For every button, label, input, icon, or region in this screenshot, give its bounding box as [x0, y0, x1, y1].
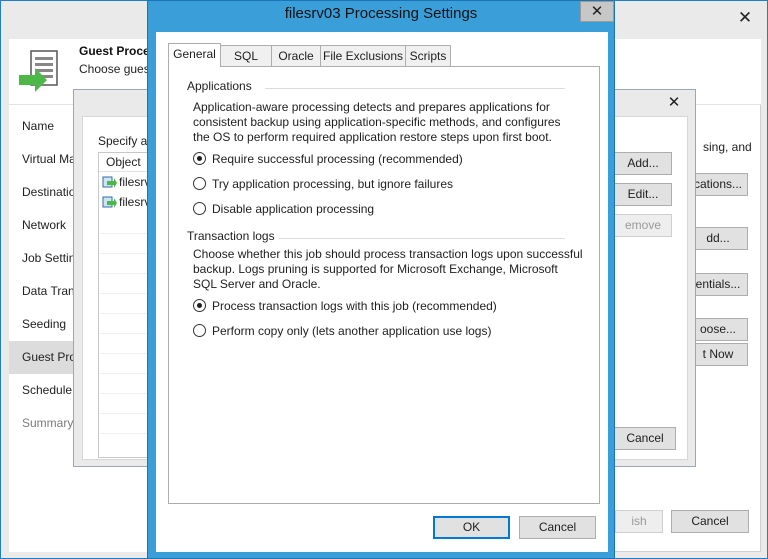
- finish-button[interactable]: ish: [615, 510, 663, 533]
- vm-icon: [102, 196, 117, 210]
- mid-add-button[interactable]: Add...: [614, 152, 672, 175]
- mid-dialog-label: Specify ap: [98, 134, 155, 148]
- applications-description-line: consistent backup using application-spec…: [193, 115, 561, 129]
- backup-job-icon: [17, 49, 61, 97]
- credentials-button[interactable]: entials...: [688, 273, 748, 296]
- dialog-close-button[interactable]: ✕: [580, 1, 614, 22]
- applications-group-title: Applications: [187, 79, 252, 93]
- radio-empty-icon[interactable]: [193, 177, 206, 190]
- dialog-body: General SQL Oracle File Exclusions Scrip…: [156, 32, 608, 552]
- radio-selected-icon[interactable]: [193, 299, 206, 312]
- list-item-label: filesrv: [119, 175, 151, 189]
- test-now-button[interactable]: t Now: [688, 343, 748, 366]
- group-divider: [279, 238, 565, 239]
- tab-file-exclusions[interactable]: File Exclusions: [320, 45, 406, 66]
- radio-empty-icon[interactable]: [193, 324, 206, 337]
- list-item-label: filesrv: [119, 195, 151, 209]
- transaction-logs-description-line: backup. Logs pruning is supported for Mi…: [193, 262, 558, 276]
- transaction-logs-description-line: SQL Server and Oracle.: [193, 277, 321, 291]
- vm-icon: [102, 176, 117, 190]
- radio-label: Require successful processing (recommend…: [212, 152, 463, 166]
- radio-label: Process transaction logs with this job (…: [212, 299, 497, 313]
- add-credentials-button[interactable]: dd...: [688, 227, 748, 250]
- general-tab-panel: Applications Application-aware processin…: [168, 66, 600, 504]
- transaction-logs-group-title: Transaction logs: [187, 229, 275, 243]
- radio-label: Try application processing, but ignore f…: [212, 177, 454, 191]
- radio-label: Disable application processing: [212, 202, 375, 216]
- radio-selected-icon[interactable]: [193, 152, 206, 165]
- tab-scripts[interactable]: Scripts: [405, 45, 451, 66]
- mid-dialog-close-button[interactable]: ✕: [657, 93, 691, 113]
- mid-cancel-button[interactable]: Cancel: [614, 427, 676, 450]
- choose-button[interactable]: oose...: [688, 318, 748, 341]
- radio-empty-icon[interactable]: [193, 202, 206, 215]
- dialog-title: filesrv03 Processing Settings: [284, 5, 478, 22]
- wizard-close-button[interactable]: ✕: [726, 7, 764, 31]
- guest-processing-description: sing, and: [703, 140, 752, 154]
- group-divider: [265, 88, 565, 89]
- applications-description-line: the OS to perform required application r…: [193, 130, 552, 144]
- radio-label: Perform copy only (lets another applicat…: [212, 324, 492, 338]
- applications-description-line: Application-aware processing detects and…: [193, 100, 550, 114]
- transaction-logs-description-line: Choose whether this job should process t…: [193, 247, 583, 261]
- wizard-step-title: Guest Proces: [79, 44, 157, 58]
- wizard-cancel-button[interactable]: Cancel: [671, 510, 749, 533]
- wizard-step-subtitle: Choose guest: [79, 62, 154, 76]
- tab-general[interactable]: General: [168, 43, 221, 67]
- cancel-button[interactable]: Cancel: [519, 516, 596, 539]
- processing-settings-dialog: filesrv03 Processing Settings ✕ General …: [147, 0, 615, 559]
- mid-edit-button[interactable]: Edit...: [614, 183, 672, 206]
- tab-sql[interactable]: SQL: [220, 45, 272, 66]
- mid-remove-button[interactable]: emove: [614, 214, 672, 237]
- applications-button[interactable]: cations...: [688, 173, 748, 196]
- ok-button[interactable]: OK: [433, 516, 510, 539]
- tab-oracle[interactable]: Oracle: [271, 45, 321, 66]
